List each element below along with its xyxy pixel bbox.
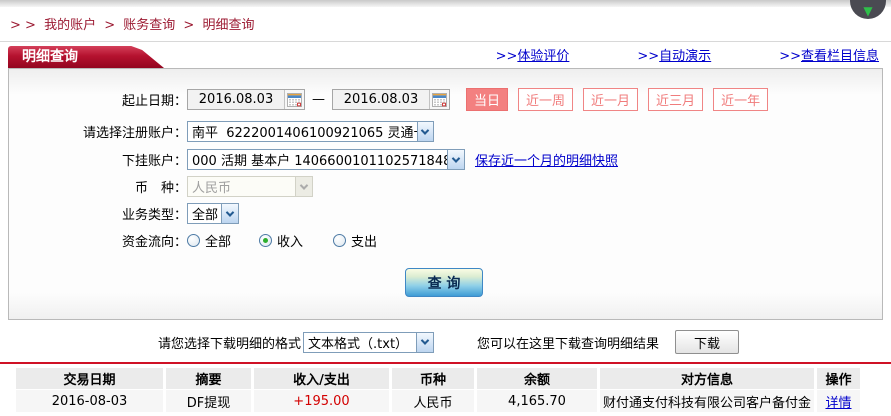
registered-account-select[interactable]: 南平 6222001406100921065 灵通卡: [187, 121, 434, 142]
currency-value: 人民币: [192, 181, 232, 196]
radio-flow-all-label: 全部: [205, 235, 232, 250]
radio-flow-income-label: 收入: [277, 235, 304, 250]
breadcrumb-separator: >: [104, 18, 116, 33]
quick-range-year-button[interactable]: 近一年: [713, 88, 769, 111]
cell-date: 2016-08-03: [16, 390, 163, 412]
col-header-summary: 摘要: [166, 368, 251, 389]
col-header-balance: 余额: [477, 368, 597, 389]
query-button-row: 查 询: [405, 268, 882, 297]
date-range-row: 起止日期： 2016.08.03 — 2016.08.03 当日 近一周 近一月…: [9, 88, 882, 111]
radio-flow-expense-label: 支出: [351, 235, 378, 250]
download-arrow-icon: ▼: [863, 4, 873, 18]
breadcrumb-item-detail-query[interactable]: 明细查询: [202, 18, 254, 33]
date-range-separator: —: [312, 92, 325, 107]
cell-currency: 人民币: [392, 390, 474, 412]
biz-type-label: 业务类型：: [121, 208, 187, 223]
query-form-panel: 起止日期： 2016.08.03 — 2016.08.03 当日 近一周 近一月…: [8, 68, 883, 320]
flow-direction-label: 资金流向：: [121, 235, 187, 250]
table-header-row: 交易日期 摘要 收入/支出 币种 余额 对方信息 操作: [16, 368, 860, 389]
query-button[interactable]: 查 询: [405, 268, 483, 297]
top-gradient-bar: [0, 0, 891, 7]
sub-account-value: 000 活期 基本户 1406600101102571848: [192, 154, 448, 169]
table-row: 2016-08-03 DF提现 +195.00 人民币 4,165.70 财付通…: [16, 390, 860, 412]
detail-link[interactable]: 详情: [825, 396, 851, 411]
biz-type-select[interactable]: 全部: [187, 203, 239, 224]
breadcrumb-separator: >: [183, 18, 195, 33]
sub-account-label: 下挂账户：: [121, 154, 187, 169]
quick-range-3months-button[interactable]: 近三月: [648, 88, 704, 111]
breadcrumb-item-account-query[interactable]: 账务查询: [123, 18, 175, 33]
table-top-red-line: [0, 362, 891, 364]
registered-account-label: 请选择注册账户：: [82, 126, 187, 141]
calendar-icon: [432, 92, 447, 107]
cell-amount: +195.00: [254, 390, 389, 412]
currency-select: 人民币: [187, 176, 313, 197]
sub-account-select[interactable]: 000 活期 基本户 1406600101102571848: [187, 149, 465, 170]
date-range-label: 起止日期：: [121, 94, 187, 109]
col-header-currency: 币种: [392, 368, 474, 389]
radio-flow-all[interactable]: [187, 234, 200, 247]
tab-row: 明细查询 >>体验评价 >>自动演示 >>查看栏目信息: [0, 42, 891, 68]
biz-type-value: 全部: [192, 208, 219, 223]
header-links: >>体验评价 >>自动演示 >>查看栏目信息: [496, 45, 891, 68]
link-prefix: >>: [637, 49, 660, 64]
col-header-action: 操作: [817, 368, 860, 389]
link-view-column-info[interactable]: >>查看栏目信息: [779, 45, 879, 64]
cell-balance: 4,165.70: [477, 390, 597, 412]
col-header-counterparty: 对方信息: [600, 368, 814, 389]
link-experience-rating[interactable]: >>体验评价: [496, 45, 570, 64]
radio-flow-income[interactable]: [259, 234, 273, 247]
date-to-input[interactable]: 2016.08.03: [332, 89, 450, 110]
calendar-icon: [287, 92, 302, 107]
col-header-amount: 收入/支出: [254, 368, 389, 389]
date-from-input[interactable]: 2016.08.03: [187, 89, 305, 110]
quick-range-month-button[interactable]: 近一月: [583, 88, 639, 111]
date-from-value: 2016.08.03: [198, 92, 274, 107]
download-format-select[interactable]: 文本格式（.txt）: [303, 331, 435, 353]
biz-type-row: 业务类型： 全部: [9, 202, 882, 225]
link-label: 自动演示: [659, 49, 712, 64]
radio-flow-expense[interactable]: [333, 234, 347, 247]
date-from-calendar-button[interactable]: [284, 90, 304, 109]
breadcrumb: > > 我的账户 > 账务查询 > 明细查询: [10, 14, 891, 33]
breadcrumb-item-my-account[interactable]: 我的账户: [44, 18, 96, 33]
col-header-date: 交易日期: [16, 368, 163, 389]
quick-range-today-button[interactable]: 当日: [466, 88, 509, 111]
flow-direction-row: 资金流向： 全部 收入 支出: [9, 229, 882, 252]
registered-account-value: 南平 6222001406100921065 灵通卡: [192, 126, 417, 141]
sub-account-row: 下挂账户： 000 活期 基本户 1406600101102571848 保存近…: [9, 148, 882, 171]
link-prefix: >>: [779, 49, 801, 64]
download-format-value: 文本格式（.txt）: [308, 336, 409, 352]
cell-summary: DF提现: [166, 390, 251, 412]
chevron-down-icon: [221, 204, 238, 223]
download-row: 请您选择下载明细的格式 文本格式（.txt） 您可以在这里下载查询明细结果 下载: [158, 329, 891, 355]
cell-counterparty: 财付通支付科技有限公司客户备付金: [600, 390, 814, 412]
link-label: 体验评价: [517, 49, 570, 64]
download-format-label: 请您选择下载明细的格式: [158, 336, 302, 352]
date-to-value: 2016.08.03: [343, 92, 419, 107]
breadcrumb-prefix: > >: [10, 18, 36, 33]
download-hint-text: 您可以在这里下载查询明细结果: [477, 336, 660, 352]
registered-account-row: 请选择注册账户： 南平 6222001406100921065 灵通卡: [9, 120, 882, 143]
download-button[interactable]: 下载: [675, 330, 740, 354]
link-prefix: >>: [495, 49, 518, 64]
chevron-down-icon: [416, 332, 434, 352]
currency-row: 币 种： 人民币: [9, 175, 882, 198]
tab-detail-query[interactable]: 明细查询: [8, 46, 164, 68]
chevron-down-icon: [447, 150, 464, 169]
link-auto-demo[interactable]: >>自动演示: [637, 45, 711, 64]
quick-range-week-button[interactable]: 近一周: [518, 88, 574, 111]
date-to-calendar-button[interactable]: [429, 90, 449, 109]
transaction-table: 交易日期 摘要 收入/支出 币种 余额 对方信息 操作 2016-08-03 D…: [13, 367, 863, 413]
chevron-down-icon: [416, 122, 433, 141]
save-snapshot-link[interactable]: 保存近一个月的明细快照: [475, 150, 618, 169]
currency-label: 币 种：: [134, 181, 187, 196]
chevron-down-icon: [295, 177, 312, 196]
link-label: 查看栏目信息: [800, 49, 879, 64]
cell-action: 详情: [817, 390, 860, 412]
